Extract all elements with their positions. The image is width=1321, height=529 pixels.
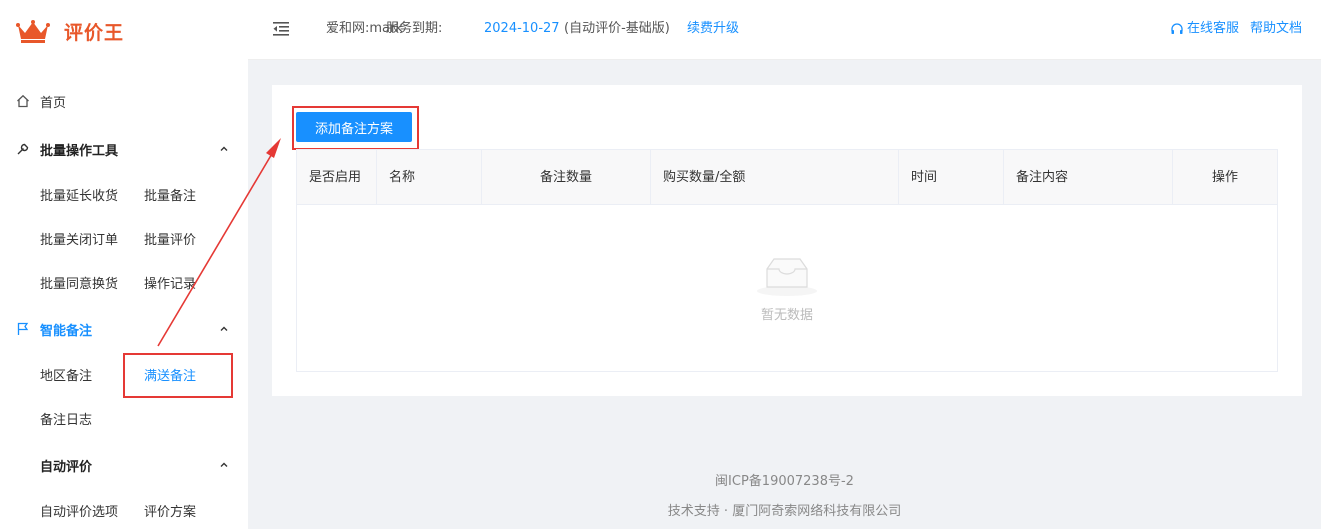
column-enabled: 是否启用: [297, 150, 377, 205]
sidebar-item-batch-exchange[interactable]: 批量同意换货: [40, 275, 118, 295]
sidebar-item-review-plan[interactable]: 评价方案: [144, 503, 196, 523]
sidebar-item-operation-log[interactable]: 操作记录: [144, 275, 196, 295]
sidebar-group-smart-remark[interactable]: 智能备注: [16, 319, 92, 339]
column-remark-content: 备注内容: [1004, 150, 1173, 205]
help-docs-link[interactable]: 帮助文档: [1250, 20, 1302, 38]
remark-plan-card: 添加备注方案 是否启用 名称 备注数量 购买数量/全额 时间 备注内容 操作 暂…: [272, 85, 1302, 396]
wrench-icon: [16, 142, 30, 156]
service-plan: (自动评价-基础版): [564, 21, 670, 36]
table-empty-state: 暂无数据: [297, 205, 1277, 371]
footer-icp[interactable]: 闽ICP备19007238号-2: [248, 470, 1321, 489]
sidebar-group-label: 智能备注: [40, 323, 93, 339]
sidebar-item-remark-log[interactable]: 备注日志: [40, 411, 92, 431]
column-time: 时间: [899, 150, 1004, 205]
chevron-up-icon[interactable]: [219, 460, 229, 470]
headset-icon: [1171, 23, 1183, 34]
table-header: 是否启用 名称 备注数量 购买数量/全额 时间 备注内容 操作: [297, 150, 1277, 205]
home-icon: [16, 94, 30, 108]
sidebar-item-batch-close[interactable]: 批量关闭订单: [40, 231, 118, 251]
sidebar-item-batch-review[interactable]: 批量评价: [144, 231, 196, 251]
sidebar: 评价王 首页 批量操作工具 批量延长收货 批量备注 批量关闭订单 批量评价 批量…: [0, 0, 248, 529]
empty-text: 暂无数据: [760, 308, 813, 323]
menu-fold-icon[interactable]: [272, 21, 290, 37]
sidebar-item-batch-extend[interactable]: 批量延长收货: [40, 187, 118, 207]
top-header: 爱和网:mark 服务到期: 2024-10-27 (自动评价-基础版) 续费升…: [248, 0, 1321, 60]
annotation-highlight-box: [292, 106, 419, 150]
online-service-label: 在线客服: [1187, 21, 1240, 36]
empty-box-icon: [757, 258, 817, 296]
crown-icon: [16, 20, 50, 43]
sidebar-item-home[interactable]: 首页: [16, 91, 66, 111]
column-remark-count: 备注数量: [482, 150, 651, 205]
sidebar-group-label: 自动评价: [40, 459, 93, 475]
sidebar-group-label: 批量操作工具: [40, 143, 119, 159]
sidebar-item-auto-review-options[interactable]: 自动评价选项: [40, 503, 118, 523]
brand-name: 评价王: [64, 21, 125, 44]
chevron-up-icon[interactable]: [219, 324, 229, 334]
service-expiry-date: 2024-10-27: [484, 21, 560, 36]
sidebar-item-region-remark[interactable]: 地区备注: [40, 367, 92, 387]
flag-icon: [16, 322, 30, 336]
remark-plan-table: 是否启用 名称 备注数量 购买数量/全额 时间 备注内容 操作 暂无数据: [296, 149, 1278, 372]
brand-logo[interactable]: 评价王: [16, 16, 124, 46]
column-actions: 操作: [1211, 170, 1238, 185]
renew-upgrade-link[interactable]: 续费升级: [687, 20, 739, 38]
footer-support: 技术支持 · 厦门阿奇索网络科技有限公司: [667, 504, 902, 519]
annotation-highlight-box: [123, 353, 233, 398]
online-service-link[interactable]: 在线客服: [1170, 20, 1239, 38]
column-name: 名称: [377, 150, 482, 205]
sidebar-group-auto-review[interactable]: 自动评价: [40, 455, 92, 475]
chevron-up-icon[interactable]: [219, 144, 229, 154]
service-expiry-label: 服务到期:: [386, 21, 443, 36]
sidebar-item-batch-remark[interactable]: 批量备注: [144, 187, 196, 207]
sidebar-group-batch-tools[interactable]: 批量操作工具: [16, 139, 118, 159]
column-purchase-qty-amount: 购买数量/全额: [651, 150, 899, 205]
sidebar-item-label: 首页: [40, 95, 67, 111]
